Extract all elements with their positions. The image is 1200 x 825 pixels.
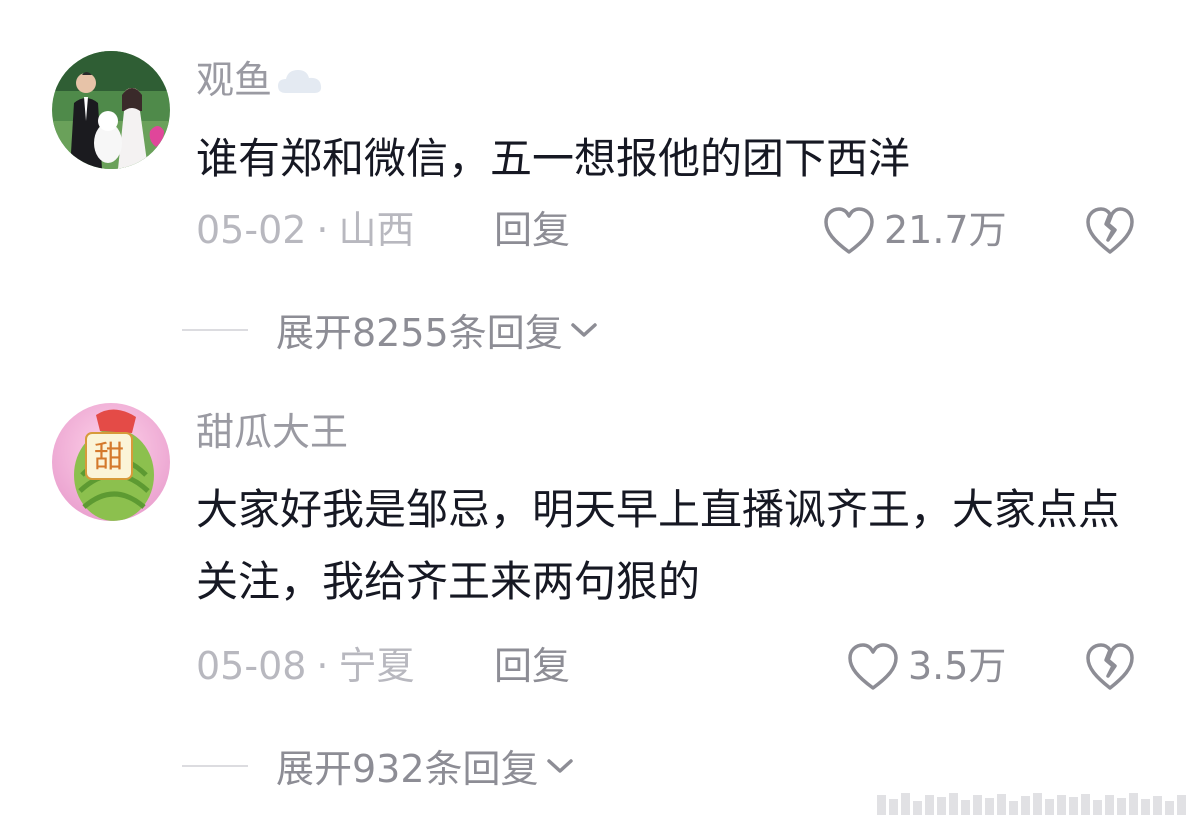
watermark <box>877 793 1186 815</box>
meta-separator: · <box>316 208 329 252</box>
expand-replies-button[interactable]: 展开932条回复 <box>182 738 575 793</box>
reply-button[interactable]: 回复 <box>494 644 570 690</box>
divider-line <box>182 764 248 767</box>
comment-location: 宁夏 <box>338 644 415 688</box>
like-button[interactable]: 21.7万 <box>822 206 1007 256</box>
meta-separator: · <box>316 644 329 688</box>
comment-date: 05-02 <box>196 208 307 252</box>
dislike-button[interactable] <box>1084 206 1136 260</box>
comment-text: 大家好我是邹忌，明天早上直播讽齐王，大家点点关注，我给齐王来两句狠的 <box>196 485 1121 606</box>
username[interactable]: 甜瓜大王 <box>196 410 348 456</box>
dislike-button[interactable] <box>1084 642 1136 696</box>
heart-icon <box>848 643 898 690</box>
like-count: 3.5万 <box>908 644 1007 689</box>
comment-date: 05-08 <box>196 644 307 688</box>
expand-replies-label: 展开932条回复 <box>276 747 539 791</box>
comment-location: 山西 <box>338 208 415 252</box>
comment-meta: 05-08 · 宁夏 <box>196 644 415 690</box>
avatar-badge-text: 甜 <box>94 440 124 475</box>
broken-heart-icon <box>1086 643 1134 690</box>
like-count: 21.7万 <box>884 208 1007 253</box>
reply-button[interactable]: 回复 <box>494 208 570 254</box>
expand-replies-label: 展开8255条回复 <box>276 311 563 355</box>
broken-heart-icon <box>1086 207 1134 254</box>
chevron-down-icon <box>546 758 573 773</box>
chevron-down-icon <box>570 322 597 337</box>
divider-line <box>182 328 248 331</box>
comment-text: 谁有郑和微信，五一想报他的团下西洋 <box>196 134 911 183</box>
like-button[interactable]: 3.5万 <box>846 642 1006 692</box>
username-text: 观鱼 <box>196 58 273 102</box>
expand-replies-button[interactable]: 展开8255条回复 <box>182 302 599 357</box>
comment-meta: 05-02 · 山西 <box>196 208 415 254</box>
cloud-icon <box>276 60 324 106</box>
heart-icon <box>824 207 874 254</box>
username[interactable]: 观鱼 <box>196 58 324 105</box>
avatar[interactable]: 甜 <box>52 403 170 521</box>
avatar[interactable] <box>52 51 170 169</box>
